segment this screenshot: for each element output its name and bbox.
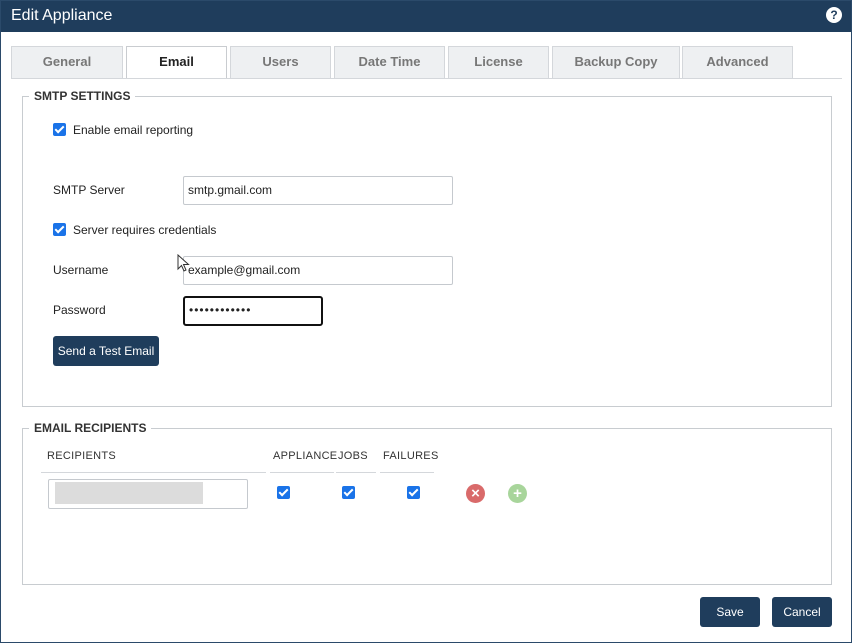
- tab-general[interactable]: General: [11, 46, 123, 78]
- failures-header-underline: [380, 472, 434, 473]
- title-bar: Edit Appliance ?: [1, 1, 851, 32]
- tab-backup-copy[interactable]: Backup Copy: [552, 46, 680, 78]
- password-input[interactable]: ••••••••••••: [183, 296, 323, 326]
- username-input[interactable]: example@gmail.com: [183, 256, 453, 285]
- cancel-button[interactable]: Cancel: [772, 597, 832, 627]
- tab-advanced[interactable]: Advanced: [682, 46, 793, 78]
- recipients-header-underline: [41, 472, 266, 473]
- failures-column-header: FAILURES: [383, 450, 439, 462]
- remove-recipient-icon[interactable]: ×: [466, 484, 485, 503]
- tab-email[interactable]: Email: [126, 46, 227, 79]
- smtp-server-label: SMTP Server: [53, 183, 125, 197]
- enable-email-reporting-label: Enable email reporting: [73, 123, 194, 137]
- jobs-checkbox[interactable]: [342, 486, 355, 499]
- send-test-email-button[interactable]: Send a Test Email: [53, 336, 159, 366]
- jobs-column-header: JOBS: [338, 450, 368, 462]
- tab-users[interactable]: Users: [230, 46, 331, 78]
- tab-license[interactable]: License: [448, 46, 549, 78]
- tab-divider: [11, 78, 842, 79]
- smtp-settings-legend: SMTP SETTINGS: [29, 89, 136, 103]
- requires-credentials-checkbox[interactable]: [53, 223, 66, 236]
- tab-date-time[interactable]: Date Time: [334, 46, 445, 78]
- appliance-column-header: APPLIANCE: [273, 450, 338, 462]
- appliance-header-underline: [270, 472, 334, 473]
- help-icon[interactable]: ?: [826, 7, 842, 23]
- add-recipient-icon[interactable]: +: [508, 484, 527, 503]
- email-recipients-legend: EMAIL RECIPIENTS: [29, 421, 152, 435]
- smtp-server-input[interactable]: smtp.gmail.com: [183, 176, 453, 205]
- failures-checkbox[interactable]: [407, 486, 420, 499]
- redacted-recipient-value: [55, 482, 203, 504]
- dialog-title: Edit Appliance: [11, 7, 113, 24]
- jobs-header-underline: [336, 472, 376, 473]
- password-label: Password: [53, 303, 106, 317]
- appliance-checkbox[interactable]: [277, 486, 290, 499]
- requires-credentials-label: Server requires credentials: [73, 223, 217, 237]
- edit-appliance-dialog: Edit Appliance ? General Email Users Dat…: [0, 0, 852, 643]
- recipient-email-input[interactable]: [48, 479, 248, 509]
- username-label: Username: [53, 263, 109, 277]
- save-button[interactable]: Save: [700, 597, 760, 627]
- recipients-column-header: RECIPIENTS: [47, 450, 117, 462]
- mouse-pointer-icon: [177, 254, 190, 272]
- enable-email-reporting-checkbox[interactable]: [53, 123, 66, 136]
